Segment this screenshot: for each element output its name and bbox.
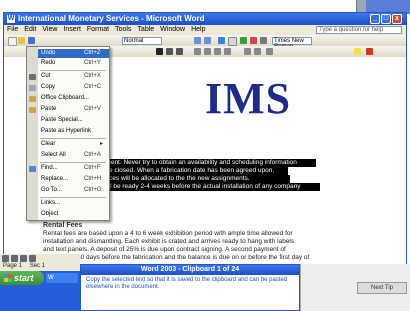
maximize-button[interactable]: □: [381, 14, 391, 24]
selected-text-line[interactable]: ...be closed. When a fabrication date ha…: [100, 167, 288, 175]
menu-item-object[interactable]: Object: [38, 210, 109, 219]
italic-icon[interactable]: [166, 48, 173, 55]
hyperlink-icon[interactable]: [218, 37, 225, 44]
clipboard-task-pane: Word 2003 - Clipboard 1 of 24 Copy the s…: [80, 264, 300, 311]
task-pane-title: Word 2003 - Clipboard 1 of 24: [81, 265, 299, 275]
window-title: International Monetary Services - Micros…: [18, 14, 205, 23]
menu-edit[interactable]: Edit: [24, 26, 36, 33]
menu-item-clear[interactable]: Clear ▸: [38, 140, 109, 149]
title-bar: W International Monetary Services - Micr…: [4, 13, 406, 25]
paste-icon: [29, 107, 36, 113]
body-text-line: installation and dismantling. Each exhib…: [43, 238, 295, 245]
ims-logo: IMS: [205, 74, 292, 123]
menu-item-office-clipboard[interactable]: Office Clipboard...: [38, 94, 109, 103]
font-select[interactable]: Times New Roman: [272, 37, 312, 50]
menu-item-select-all[interactable]: Select All Ctrl+A: [38, 151, 109, 160]
menu-item-paste[interactable]: Paste Ctrl+V: [38, 105, 109, 114]
menu-item-paste-hyperlink[interactable]: Paste as Hyperlink: [38, 127, 109, 136]
indent-icon[interactable]: [266, 48, 273, 55]
highlight-icon[interactable]: [354, 48, 361, 55]
body-text-line: Rental fees are based upon a 4 to 6 week…: [43, 230, 293, 237]
word-app-icon: W: [7, 15, 15, 23]
normal-view-icon[interactable]: [2, 255, 9, 262]
underline-icon[interactable]: [176, 48, 183, 55]
undo-icon[interactable]: [194, 37, 201, 44]
section-heading: Rental Fees: [43, 222, 83, 229]
show-hide-icon[interactable]: [260, 37, 267, 44]
menu-item-find[interactable]: Find... Ctrl+F: [38, 164, 109, 173]
print-layout-icon[interactable]: [20, 255, 27, 262]
outline-view-icon[interactable]: [29, 255, 36, 262]
close-button[interactable]: x: [392, 14, 402, 24]
menu-view[interactable]: View: [42, 26, 57, 33]
menu-item-go-to[interactable]: Go To... Ctrl+G: [38, 186, 109, 195]
selected-text-line[interactable]: ...ment. Never try to obtain an availabi…: [100, 159, 316, 167]
table-icon[interactable]: [228, 37, 237, 46]
task-pane-text: Copy the selected text so that it is sav…: [86, 277, 288, 290]
justify-icon[interactable]: [224, 48, 231, 55]
find-icon: [29, 166, 36, 172]
selected-text-line[interactable]: ...rices will be allocated to the the ne…: [100, 175, 290, 183]
menu-separator: [40, 70, 106, 71]
redo-icon[interactable]: [204, 37, 211, 44]
body-text-line: and text panels. A deposit of 25% is due…: [43, 246, 286, 253]
menu-item-undo[interactable]: Undo Ctrl+Z: [38, 49, 109, 58]
menu-help[interactable]: Help: [191, 26, 205, 33]
menu-icon-strip: [27, 47, 38, 220]
copy-icon: [29, 85, 36, 91]
style-select[interactable]: Normal: [122, 37, 162, 45]
taskbar-word-item[interactable]: W: [46, 273, 78, 283]
menu-table[interactable]: Table: [137, 26, 154, 33]
bullets-icon[interactable]: [254, 48, 261, 55]
edit-menu: Undo Ctrl+Z Redo Ctrl+Y Cut Ctrl+X Copy Ctrl…: [26, 46, 110, 221]
menu-item-copy[interactable]: Copy Ctrl+C: [38, 83, 109, 92]
menu-separator: [40, 138, 106, 139]
start-button[interactable]: start: [0, 271, 44, 285]
side-panel: Next Tip: [300, 264, 410, 311]
menu-tools[interactable]: Tools: [115, 26, 131, 33]
help-search-input[interactable]: Type a question for help: [316, 26, 402, 34]
menu-insert[interactable]: Insert: [63, 26, 81, 33]
status-section: Sec 1: [29, 263, 46, 269]
menu-separator: [40, 162, 106, 163]
save-icon[interactable]: [28, 37, 35, 44]
minimize-button[interactable]: _: [370, 14, 380, 24]
align-center-icon[interactable]: [204, 48, 211, 55]
new-document-icon[interactable]: [8, 37, 17, 46]
cut-icon: [29, 74, 36, 80]
view-buttons-bar: [0, 254, 80, 262]
status-page: Page 1: [3, 263, 23, 269]
windows-logo-icon: [4, 274, 12, 282]
next-tip-button[interactable]: Next Tip: [357, 282, 407, 294]
bold-icon[interactable]: [156, 48, 163, 55]
menu-item-redo[interactable]: Redo Ctrl+Y: [38, 59, 109, 68]
menu-item-links[interactable]: Links...: [38, 199, 109, 208]
font-color-icon[interactable]: [366, 48, 373, 55]
align-left-icon[interactable]: [194, 48, 201, 55]
drawing-icon[interactable]: [250, 37, 257, 44]
menu-separator: [40, 197, 106, 198]
web-layout-icon[interactable]: [11, 255, 18, 262]
menu-item-replace[interactable]: Replace... Ctrl+H: [38, 175, 109, 184]
selected-text-line[interactable]: ...till be ready 2-4 weeks before the ac…: [100, 183, 320, 191]
menu-item-paste-special[interactable]: Paste Special...: [38, 116, 109, 125]
open-folder-icon[interactable]: [18, 37, 25, 44]
excel-icon[interactable]: [240, 37, 247, 44]
clipboard-icon: [29, 96, 36, 102]
body-text-line: 25% is due 60 days before the fabricatio…: [43, 254, 310, 261]
align-right-icon[interactable]: [214, 48, 221, 55]
menu-format[interactable]: Format: [87, 26, 109, 33]
menu-item-cut[interactable]: Cut Ctrl+X: [38, 72, 109, 81]
menu-file[interactable]: File: [7, 26, 18, 33]
numbering-icon[interactable]: [244, 48, 251, 55]
menu-window[interactable]: Window: [160, 26, 185, 33]
status-bar: Page 1 Sec 1: [0, 262, 80, 271]
